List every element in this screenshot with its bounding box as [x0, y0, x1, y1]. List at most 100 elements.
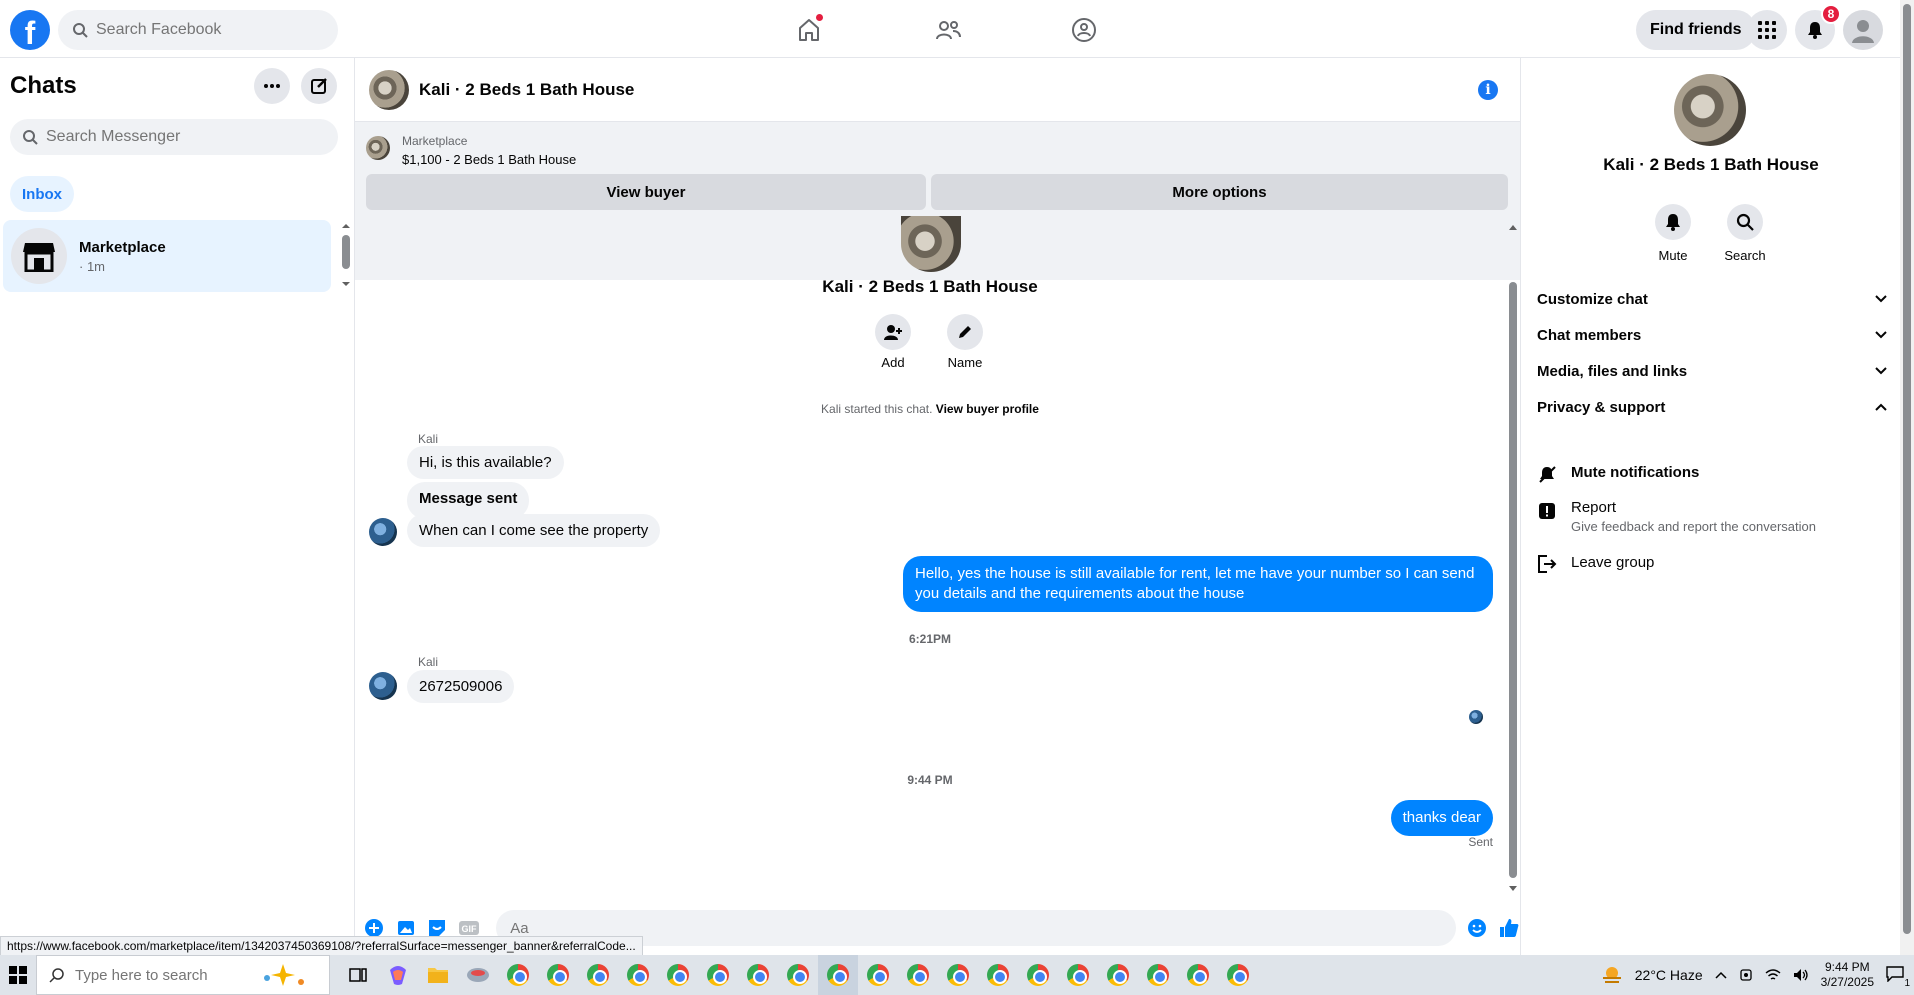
chevron-up-icon[interactable] — [1715, 971, 1727, 979]
chrome-icon[interactable] — [938, 955, 978, 995]
bell-icon — [1666, 214, 1680, 231]
search-icon — [1736, 213, 1754, 231]
chrome-icon[interactable] — [738, 955, 778, 995]
friends-icon[interactable] — [932, 14, 964, 46]
weather-text[interactable]: 22°C Haze — [1635, 967, 1703, 983]
search-action[interactable]: Search — [1715, 204, 1775, 263]
search-icon — [73, 23, 88, 38]
chrome-icon[interactable] — [1098, 955, 1138, 995]
chats-options-button[interactable] — [254, 68, 290, 104]
chat-title[interactable]: Kali · 2 Beds 1 Bath House — [419, 80, 634, 100]
battery-icon[interactable] — [1739, 968, 1753, 982]
taskbar-search-box[interactable] — [36, 955, 330, 995]
rename-action[interactable]: Name — [935, 314, 995, 370]
chrome-icon[interactable] — [658, 955, 698, 995]
messenger-search-input[interactable] — [46, 128, 316, 146]
sender-name: Kali — [418, 432, 439, 446]
sparkle-icon — [264, 964, 304, 986]
new-message-button[interactable] — [301, 68, 337, 104]
chat-avatar[interactable] — [369, 69, 409, 110]
view-buyer-button[interactable]: View buyer — [366, 174, 926, 210]
chrome-icon[interactable] — [778, 955, 818, 995]
message-thread[interactable]: Kali · 2 Beds 1 Bath House Add Name Kali… — [355, 216, 1520, 896]
more-options-button[interactable]: More options — [931, 174, 1508, 210]
conversation-name: Marketplace — [79, 238, 166, 256]
add-label: Add — [881, 355, 905, 370]
message-timestamp: 6:21PM — [908, 632, 952, 646]
mute-action[interactable]: Mute — [1643, 204, 1703, 263]
conversation-meta: · 1m — [79, 258, 105, 274]
incoming-message[interactable]: When can I come see the property — [407, 514, 661, 547]
inbox-tab[interactable]: Inbox — [10, 176, 74, 212]
chrome-icon[interactable] — [1178, 955, 1218, 995]
storefront-icon — [23, 243, 55, 272]
report-item[interactable]: Report Give feedback and report the conv… — [1537, 499, 1887, 534]
incoming-message[interactable]: 2672509006 — [407, 670, 515, 703]
intro-name: Kali · 2 Beds 1 Bath House — [822, 277, 1038, 296]
profile-name: Kali · 2 Beds 1 Bath House — [1603, 155, 1819, 174]
info-icon[interactable]: i — [1478, 80, 1498, 100]
account-avatar[interactable] — [1843, 10, 1883, 50]
privacy-support-section[interactable]: Privacy & support — [1537, 389, 1887, 425]
outgoing-message[interactable]: Hello, yes the house is still available … — [903, 556, 1493, 612]
mute-notifications-item[interactable]: Mute notifications — [1537, 464, 1887, 484]
facebook-search-box[interactable] — [58, 10, 338, 50]
chrome-icon[interactable] — [538, 955, 578, 995]
home-icon[interactable] — [793, 14, 825, 46]
name-label: Name — [947, 355, 983, 370]
leave-group-item[interactable]: Leave group — [1537, 554, 1887, 574]
chat-members-section[interactable]: Chat members — [1537, 317, 1887, 353]
add-people-action[interactable]: Add — [863, 314, 923, 370]
conversation-item-marketplace[interactable]: Marketplace · 1m — [3, 220, 331, 292]
system-clock[interactable]: 9:44 PM 3/27/2025 — [1821, 960, 1874, 990]
facebook-logo[interactable]: f — [10, 10, 50, 50]
chrome-icon[interactable] — [618, 955, 658, 995]
chrome-icon[interactable] — [498, 955, 538, 995]
top-navigation-bar: f Find friends 8 — [0, 0, 1900, 58]
notification-center-icon[interactable]: 1 — [1886, 965, 1910, 989]
chrome-icon[interactable] — [818, 955, 858, 995]
app-icon[interactable] — [458, 955, 498, 995]
chrome-icon[interactable] — [578, 955, 618, 995]
chrome-icon[interactable] — [1018, 955, 1058, 995]
view-buyer-profile-link[interactable]: View buyer profile — [936, 402, 1039, 416]
taskbar-search-input[interactable] — [75, 966, 245, 984]
profile-avatar[interactable] — [1674, 74, 1746, 146]
file-explorer-icon[interactable] — [418, 955, 458, 995]
facebook-search-input[interactable] — [96, 21, 316, 39]
groups-icon[interactable] — [1068, 14, 1100, 46]
pencil-icon — [959, 326, 971, 338]
chrome-icon[interactable] — [1138, 955, 1178, 995]
sender-avatar[interactable] — [369, 672, 397, 700]
chrome-icon[interactable] — [858, 955, 898, 995]
chrome-icon[interactable] — [978, 955, 1018, 995]
listing-title[interactable]: $1,100 - 2 Beds 1 Bath House — [402, 152, 576, 167]
sidebar-scrollbar[interactable] — [340, 220, 352, 290]
chrome-icon[interactable] — [1058, 955, 1098, 995]
chrome-icon[interactable] — [898, 955, 938, 995]
page-scrollbar[interactable] — [1900, 0, 1914, 958]
like-icon[interactable] — [1498, 917, 1520, 939]
search-icon — [23, 130, 38, 145]
incoming-message[interactable]: Hi, is this available? — [407, 446, 564, 479]
messenger-search-box[interactable] — [10, 119, 338, 155]
notifications-button[interactable]: 8 — [1795, 4, 1841, 50]
customize-chat-section[interactable]: Customize chat — [1537, 281, 1887, 317]
volume-icon[interactable] — [1793, 968, 1809, 982]
windows-start-icon[interactable] — [0, 955, 36, 995]
listing-thumbnail[interactable] — [366, 136, 390, 160]
thread-scrollbar[interactable] — [1506, 220, 1520, 896]
task-view-icon[interactable] — [338, 955, 378, 995]
media-files-section[interactable]: Media, files and links — [1537, 353, 1887, 389]
find-friends-button[interactable]: Find friends — [1636, 10, 1756, 50]
sender-avatar[interactable] — [369, 518, 397, 546]
emoji-icon[interactable] — [1466, 917, 1488, 939]
chrome-icon[interactable] — [1218, 955, 1258, 995]
report-label: Report — [1571, 499, 1617, 516]
copilot-icon[interactable] — [378, 955, 418, 995]
message-status: Sent — [1468, 835, 1493, 849]
chrome-icon[interactable] — [698, 955, 738, 995]
wifi-icon[interactable] — [1765, 968, 1781, 982]
outgoing-message[interactable]: thanks dear — [1390, 800, 1493, 836]
menu-grid-button[interactable] — [1747, 10, 1787, 50]
